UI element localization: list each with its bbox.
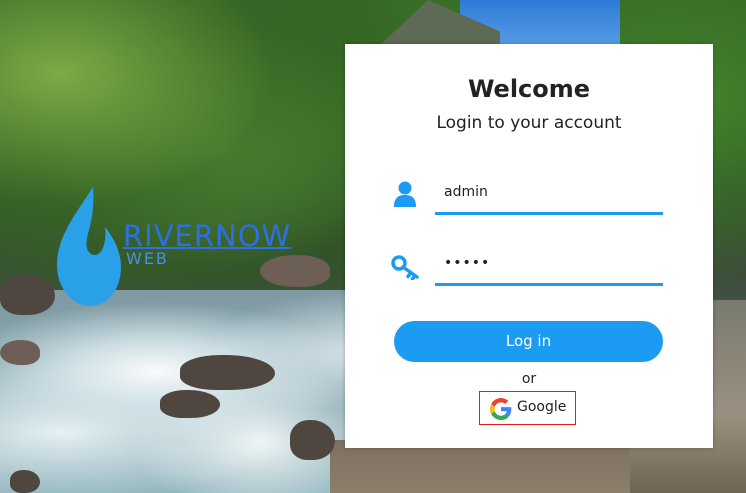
rock <box>290 420 335 460</box>
page-title: Welcome <box>467 75 591 103</box>
page-subtitle: Login to your account <box>436 113 622 133</box>
logo-subtext: WEB <box>126 249 169 268</box>
password-field[interactable] <box>435 249 663 286</box>
login-button[interactable]: Log in <box>394 321 663 362</box>
google-button-label: Google <box>517 399 567 415</box>
key-icon <box>391 255 419 280</box>
username-input[interactable] <box>444 184 654 200</box>
login-card: Welcome Login to your account Log in or … <box>345 44 713 448</box>
rock <box>0 275 55 315</box>
rock <box>0 340 40 365</box>
password-input[interactable] <box>444 255 654 271</box>
logo-text: RIVERNOW <box>123 219 292 253</box>
flame-logo-icon <box>57 187 121 306</box>
google-icon <box>490 398 512 420</box>
or-separator: or <box>521 371 537 387</box>
username-field[interactable] <box>435 178 663 215</box>
rock <box>180 355 275 390</box>
brand-logo: RIVERNOW WEB <box>55 185 315 310</box>
google-login-button[interactable]: Google <box>479 391 576 425</box>
rock <box>160 390 220 418</box>
rock <box>10 470 40 493</box>
user-icon <box>394 181 416 207</box>
